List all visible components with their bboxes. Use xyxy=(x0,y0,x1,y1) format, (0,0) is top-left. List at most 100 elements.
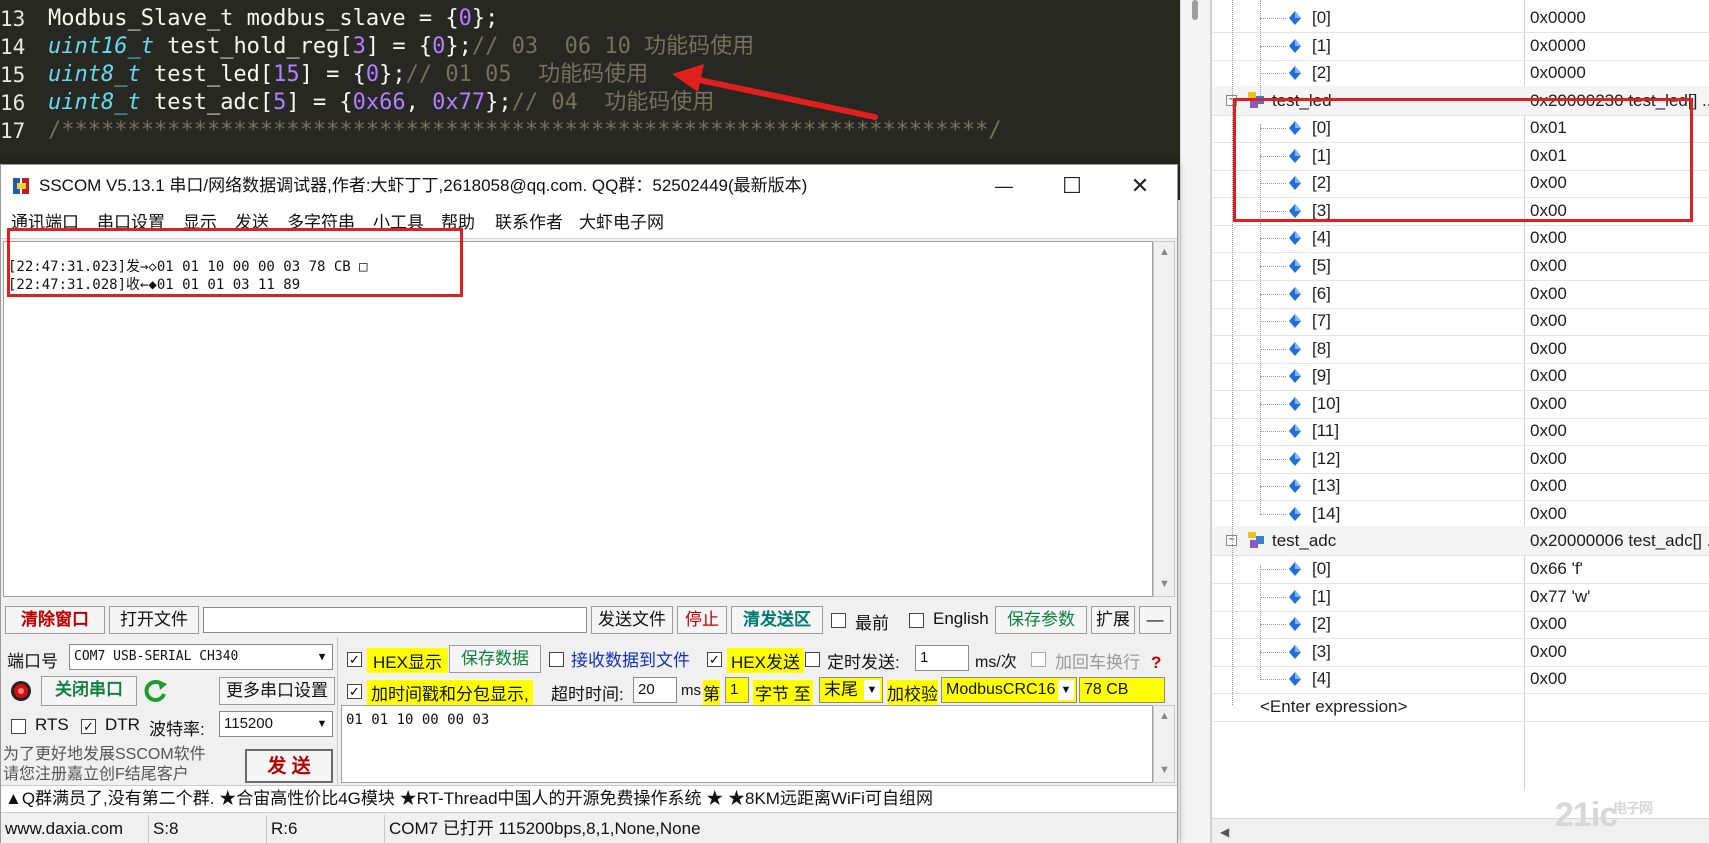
watch-expression-row[interactable]: <Enter expression> xyxy=(1212,692,1709,722)
chevron-down-icon[interactable]: ▼ xyxy=(1058,680,1074,700)
send-scrollbar[interactable]: ▲ ▼ xyxy=(1153,705,1175,783)
byte-end-select[interactable]: 末尾 ▼ xyxy=(819,677,883,703)
title-bar[interactable]: SSCOM V5.13.1 串口/网络数据调试器,作者:大虾丁丁,2618058… xyxy=(1,165,1177,207)
watch-horizontal-scrollbar[interactable]: ◀ xyxy=(1212,818,1709,843)
watch-value[interactable]: 0x00 xyxy=(1530,251,1567,281)
expand-button[interactable]: 扩展 xyxy=(1091,606,1135,634)
watch-item-row[interactable]: [14] 0x00 xyxy=(1212,499,1709,529)
scroll-down-icon[interactable]: ▼ xyxy=(1159,764,1170,776)
promo-text[interactable]: 为了更好地发展SSCOM软件 请您注册嘉立创F结尾客户 xyxy=(3,745,206,785)
save-data-button[interactable]: 保存数据 xyxy=(449,645,541,673)
code-line[interactable]: 17/*************************************… xyxy=(0,116,1180,146)
watch-group-row[interactable]: − test_adc 0x20000006 test_adc[] ... xyxy=(1212,526,1709,557)
watch-value[interactable]: 0x00 xyxy=(1530,334,1567,364)
code-line[interactable]: 14 uint16_t test_hold_reg[3] = {0};// 03 … xyxy=(0,32,1180,62)
scroll-left-icon[interactable]: ◀ xyxy=(1220,825,1229,839)
watch-item-row[interactable]: [10] 0x00 xyxy=(1212,389,1709,419)
collapse-button[interactable]: — xyxy=(1139,606,1171,634)
chevron-down-icon[interactable]: ▼ xyxy=(314,714,330,734)
refresh-icon[interactable] xyxy=(143,678,169,704)
file-path-input[interactable] xyxy=(203,607,587,633)
watch-value[interactable]: 0x00 xyxy=(1530,664,1567,694)
watch-item-row[interactable]: [1] 0x77 'w' xyxy=(1212,582,1709,612)
watch-value[interactable]: 0x00 xyxy=(1530,306,1567,336)
watch-item-row[interactable]: [0] 0x0000 xyxy=(1212,3,1709,33)
maximize-button[interactable]: ☐ xyxy=(1047,165,1097,207)
more-port-settings-button[interactable]: 更多串口设置 xyxy=(219,677,335,705)
watch-item-row[interactable]: [9] 0x00 xyxy=(1212,361,1709,392)
hex-send-checkbox[interactable]: ✓ xyxy=(707,652,722,667)
watch-item-row[interactable]: [4] 0x00 xyxy=(1212,223,1709,254)
watch-item-row[interactable]: [0] 0x66 'f' xyxy=(1212,554,1709,584)
watch-value[interactable]: 0x0000 xyxy=(1530,31,1586,61)
chevron-down-icon[interactable]: ▼ xyxy=(314,647,330,667)
dtr-checkbox[interactable]: ✓ xyxy=(81,719,96,734)
open-file-button[interactable]: 打开文件 xyxy=(109,606,199,634)
watch-item-row[interactable]: [1] 0x0000 xyxy=(1212,31,1709,61)
news-ticker[interactable]: ▲Q群满员了,没有第二个群. ★合宙高性价比4G模块 ★RT-Thread中国人… xyxy=(1,785,1177,813)
scroll-up-icon[interactable]: ▲ xyxy=(1159,710,1170,722)
watch-item-row[interactable]: [12] 0x00 xyxy=(1212,444,1709,474)
watch-value[interactable]: 0x00 xyxy=(1530,361,1567,391)
close-port-button[interactable]: 关闭串口 xyxy=(41,676,137,706)
save-params-button[interactable]: 保存参数 xyxy=(995,606,1087,634)
recv-to-file-checkbox[interactable] xyxy=(549,652,564,667)
stop-button[interactable]: 停止 xyxy=(677,606,727,634)
code-line[interactable]: 15 uint8_t test_led[15] = {0};// 01 05 功能… xyxy=(0,60,1180,90)
timeout-input[interactable]: 20 xyxy=(633,677,677,703)
watch-item-row[interactable]: [2] 0x00 xyxy=(1212,609,1709,640)
send-text-area[interactable]: 01 01 10 00 00 03 xyxy=(341,705,1153,783)
watch-item-row[interactable]: [11] 0x00 xyxy=(1212,416,1709,447)
scrollbar-thumb[interactable] xyxy=(1192,0,1198,20)
watch-item-row[interactable]: [2] 0x0000 xyxy=(1212,58,1709,89)
watch-value[interactable]: 0x00 xyxy=(1530,389,1567,419)
chevron-down-icon[interactable]: ▼ xyxy=(864,680,880,700)
watch-value[interactable]: 0x00 xyxy=(1530,499,1567,529)
watch-item-row[interactable]: [7] 0x00 xyxy=(1212,306,1709,337)
code-line[interactable]: 13 Modbus_Slave_t modbus_slave = {0}; xyxy=(0,4,1180,34)
watch-item-row[interactable]: [5] 0x00 xyxy=(1212,251,1709,281)
status-site[interactable]: www.daxia.com xyxy=(1,815,149,843)
byte-start-input[interactable]: 1 xyxy=(725,677,749,703)
port-select[interactable]: COM7 USB-SERIAL CH340 ▼ xyxy=(69,644,333,670)
code-line[interactable]: 16 uint8_t test_adc[5] = {0x66, 0x77};// … xyxy=(0,88,1180,118)
add-crlf-checkbox[interactable] xyxy=(1031,652,1046,667)
watch-value[interactable]: 0x00 xyxy=(1530,279,1567,309)
help-icon[interactable]: ? xyxy=(1151,653,1161,673)
watch-value[interactable]: 0x00 xyxy=(1530,444,1567,474)
watch-value[interactable]: 0x00 xyxy=(1530,609,1567,639)
close-button[interactable]: ✕ xyxy=(1115,165,1165,207)
watch-item-row[interactable]: [4] 0x00 xyxy=(1212,664,1709,695)
clear-window-button[interactable]: 清除窗口 xyxy=(5,606,105,634)
interval-input[interactable]: 1 xyxy=(915,645,969,671)
menu-item[interactable]: 大虾电子网 xyxy=(579,207,664,239)
scroll-up-icon[interactable]: ▲ xyxy=(1159,246,1170,258)
timestamp-checkbox[interactable]: ✓ xyxy=(347,684,362,699)
watch-item-row[interactable]: [8] 0x00 xyxy=(1212,334,1709,364)
watch-value[interactable]: 0x00 xyxy=(1530,471,1567,501)
menu-item[interactable]: 联系作者 xyxy=(495,207,563,239)
watch-value[interactable]: 0x20000006 test_adc[] ... xyxy=(1530,526,1709,556)
editor-scrollbar[interactable] xyxy=(1180,0,1210,843)
send-button[interactable]: 发 送 xyxy=(245,749,333,783)
timed-send-checkbox[interactable] xyxy=(805,652,820,667)
baud-select[interactable]: 115200 ▼ xyxy=(219,711,333,737)
topmost-checkbox[interactable] xyxy=(831,613,846,628)
watch-value[interactable]: 0x0000 xyxy=(1530,3,1586,33)
watch-value[interactable]: 0x66 'f' xyxy=(1530,554,1583,584)
watch-item-row[interactable]: [3] 0x00 xyxy=(1212,637,1709,667)
send-file-button[interactable]: 发送文件 xyxy=(591,606,673,634)
minimize-button[interactable]: — xyxy=(979,165,1029,207)
receive-scrollbar[interactable]: ▲ ▼ xyxy=(1153,241,1175,597)
watch-item-row[interactable]: [6] 0x00 xyxy=(1212,279,1709,309)
watch-item-row[interactable]: [13] 0x00 xyxy=(1212,471,1709,502)
watch-value[interactable]: 0x77 'w' xyxy=(1530,582,1590,612)
rts-checkbox[interactable] xyxy=(11,719,26,734)
watch-value[interactable]: 0x00 xyxy=(1530,223,1567,253)
watch-value[interactable]: 0x00 xyxy=(1530,416,1567,446)
scroll-down-icon[interactable]: ▼ xyxy=(1159,578,1170,590)
clear-send-button[interactable]: 清发送区 xyxy=(731,606,823,634)
checksum-select[interactable]: ModbusCRC16 ▼ xyxy=(941,677,1077,703)
english-checkbox[interactable] xyxy=(909,613,924,628)
watch-value[interactable]: 0x00 xyxy=(1530,637,1567,667)
